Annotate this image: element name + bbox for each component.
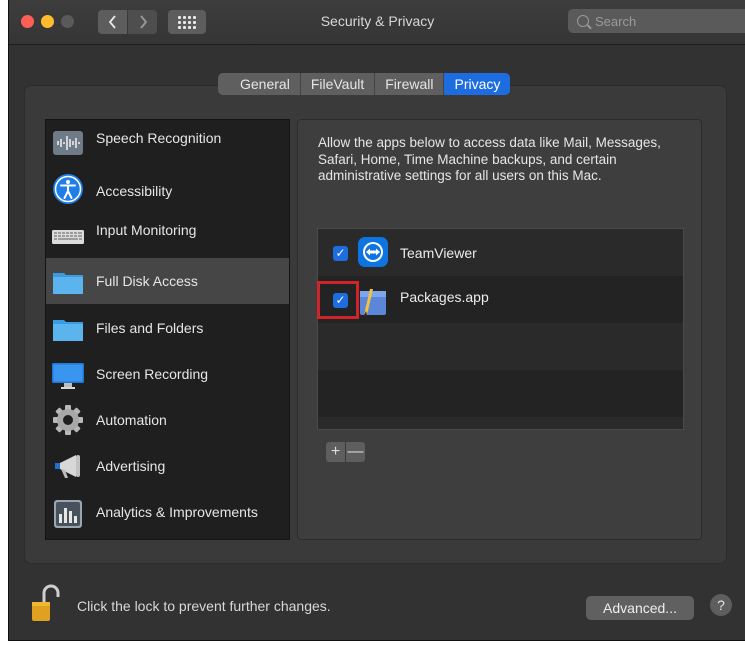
sidebar-item-accessibility[interactable]: Accessibility [46,166,289,212]
empty-list-row [318,323,683,370]
access-description: Allow the apps below to access data like… [318,135,661,183]
search-placeholder: Search [595,13,637,29]
gear-icon [53,405,83,435]
sidebar-item-label: Advertising [96,458,166,474]
title-bar: Security & Privacy Search [9,0,745,45]
waveform-icon [53,131,83,155]
sidebar-item-label: Automation [96,412,167,428]
lock-status-text: Click the lock to prevent further change… [77,598,331,614]
sidebar-item-full-disk-access[interactable]: Full Disk Access [46,258,289,304]
search-icon [577,15,589,27]
teamviewer-checkbox[interactable]: ✓ [333,246,348,261]
sidebar-item-label: Speech Recognition [96,130,222,146]
tab-filevault[interactable]: FileVault [301,73,376,95]
sidebar-item-speech-recognition[interactable]: Speech Recognition [46,120,289,166]
app-list[interactable]: ✓ TeamViewer ✓ Packages.app [317,228,684,430]
app-name: TeamViewer [400,245,477,261]
checkbox-highlight-box [317,281,359,319]
tab-general[interactable]: General [218,73,301,95]
privacy-category-list: Speech Recognition Accessibility Input M… [45,119,290,540]
sidebar-item-label: Input Monitoring [96,222,197,238]
tab-privacy[interactable]: Privacy [444,73,511,95]
accessibility-icon [53,174,83,204]
remove-app-button[interactable]: — [346,442,365,462]
sidebar-item-automation[interactable]: Automation [46,396,289,442]
app-name: Packages.app [400,289,489,305]
packages-app-icon [360,289,386,315]
empty-list-row [318,370,683,417]
sidebar-item-label: Files and Folders [96,320,204,336]
sidebar-item-label: Screen Recording [96,366,209,382]
teamviewer-icon [358,237,388,267]
folder-icon [53,320,83,341]
advanced-button[interactable]: Advanced... [586,596,694,620]
lock-icon[interactable] [30,583,62,623]
megaphone-icon [55,455,80,478]
sidebar-item-input-monitoring[interactable]: Input Monitoring [46,212,289,258]
app-row-teamviewer[interactable]: ✓ TeamViewer [318,229,683,276]
folder-icon [53,273,83,294]
keyboard-icon [52,230,84,244]
display-icon [52,363,84,389]
search-field[interactable]: Search [568,9,745,33]
help-button[interactable]: ? [710,594,732,616]
add-remove-controls: + — [326,442,365,462]
sidebar-item-label: Accessibility [96,183,173,199]
chart-icon [54,500,82,528]
sidebar-item-files-and-folders[interactable]: Files and Folders [46,304,289,350]
app-row-packages[interactable]: ✓ Packages.app [318,276,683,323]
sidebar-item-analytics-improvements[interactable]: Analytics & Improvements [46,488,289,534]
tab-firewall[interactable]: Firewall [375,73,445,95]
add-app-button[interactable]: + [326,442,346,462]
sidebar-item-screen-recording[interactable]: Screen Recording [46,350,289,396]
sidebar-item-label: Analytics & Improvements [96,504,258,520]
sidebar-item-advertising[interactable]: Advertising [46,442,289,488]
tab-bar: General FileVault Firewall Privacy [218,73,511,95]
sidebar-item-label: Full Disk Access [96,273,198,289]
